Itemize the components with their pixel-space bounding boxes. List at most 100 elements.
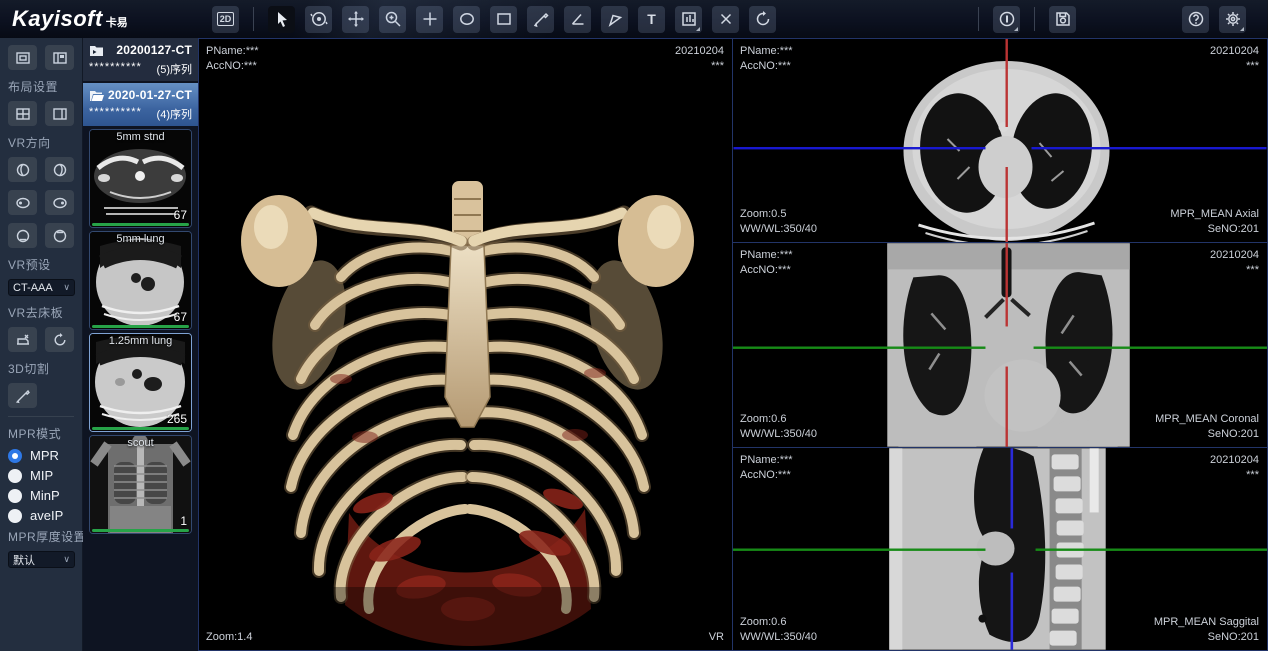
tool-text-button[interactable]: T bbox=[638, 6, 665, 33]
series-thumbnail-4[interactable]: scout 1 bbox=[89, 435, 192, 534]
study-item-1[interactable]: 20200127-CT ********** (5)序列 bbox=[83, 38, 198, 81]
tool-window-level-button[interactable] bbox=[305, 6, 332, 33]
vr-preset-select[interactable]: CT-AAA ∨ bbox=[8, 279, 75, 296]
help-icon bbox=[1187, 10, 1205, 28]
toolbar-right-group bbox=[974, 6, 1268, 33]
series-thumbnail-1[interactable]: 5mm stnd 67 bbox=[89, 129, 192, 228]
tool-2d-button[interactable]: 2D bbox=[212, 6, 239, 33]
help-button[interactable] bbox=[1182, 6, 1209, 33]
vr-top-button[interactable] bbox=[8, 223, 37, 248]
mpr-column: PName:*** AccNO:*** 20210204 *** Zoom:0.… bbox=[733, 38, 1268, 651]
vr-front-button[interactable] bbox=[8, 157, 37, 182]
sidebar-divider bbox=[8, 416, 74, 417]
folder-icon bbox=[89, 44, 104, 57]
rotate-reset-icon bbox=[754, 10, 772, 28]
tool-cursor-button[interactable] bbox=[268, 6, 295, 33]
panel-layout-icon bbox=[15, 50, 31, 66]
thumbnail-progress bbox=[92, 325, 189, 328]
radio-label: MIP bbox=[30, 468, 53, 483]
radio-icon bbox=[8, 489, 22, 503]
vr-right-button[interactable] bbox=[45, 190, 74, 215]
vr-preset-value: CT-AAA bbox=[13, 282, 53, 294]
series-thumbnail-3[interactable]: 1.25mm lung 265 bbox=[89, 333, 192, 432]
layout-split-button[interactable] bbox=[45, 101, 74, 126]
scalpel-icon bbox=[15, 388, 31, 404]
mpr-mode-radio-mpr[interactable]: MPR bbox=[8, 448, 74, 463]
arrow-annotate-icon bbox=[606, 10, 624, 28]
top-toolbar: Kayisoft 卡易 2D bbox=[0, 0, 1268, 38]
study-series-count: (5)序列 bbox=[157, 61, 192, 77]
mpr-sagittal-viewport[interactable]: PName:*** AccNO:*** 20210204 *** Zoom:0.… bbox=[733, 448, 1268, 651]
radio-label: aveIP bbox=[30, 508, 63, 523]
mpr-thickness-value: 默认 bbox=[13, 552, 35, 568]
tool-rectangle-button[interactable] bbox=[490, 6, 517, 33]
layout-grid-2x2-button[interactable] bbox=[8, 101, 37, 126]
ellipse-icon bbox=[458, 10, 476, 28]
remove-bed-button[interactable] bbox=[8, 327, 37, 352]
mpr-thickness-select[interactable]: 默认 ∨ bbox=[8, 551, 75, 568]
vr-back-button[interactable] bbox=[45, 157, 74, 182]
study-title: 20200127-CT bbox=[116, 43, 192, 57]
study-item-2[interactable]: 2020-01-27-CT ********** (4)序列 bbox=[83, 83, 198, 126]
tool-arrow-annotate-button[interactable] bbox=[601, 6, 628, 33]
tool-crosshair-button[interactable] bbox=[416, 6, 443, 33]
vr-viewport[interactable]: .rib { stroke:#d8c39c; stroke-width:10; … bbox=[198, 38, 733, 651]
grid-2x2-icon bbox=[15, 106, 31, 122]
content-area: 布局设置 VR方向 bbox=[0, 38, 1268, 651]
scalpel-button[interactable] bbox=[8, 383, 37, 408]
section-label-3d-cut: 3D切割 bbox=[8, 360, 74, 377]
thumbnail-count: 1 bbox=[180, 514, 187, 528]
section-label-vr-preset: VR预设 bbox=[8, 256, 74, 273]
vr-reset-button[interactable] bbox=[45, 327, 74, 352]
tool-measure-button[interactable] bbox=[527, 6, 554, 33]
settings-button[interactable] bbox=[1219, 6, 1246, 33]
mpr-coronal-viewport[interactable]: PName:*** AccNO:*** 20210204 *** Zoom:0.… bbox=[733, 243, 1268, 448]
vr-back-icon bbox=[52, 162, 68, 178]
app-logo: Kayisoft 卡易 bbox=[0, 6, 212, 32]
tool-reset-button[interactable] bbox=[749, 6, 776, 33]
zoom-icon bbox=[384, 10, 402, 28]
section-label-vr-bed: VR去床板 bbox=[8, 304, 74, 321]
layout-single-button[interactable] bbox=[8, 45, 37, 70]
text-tool-icon: T bbox=[647, 12, 656, 26]
thumbnail-count: 67 bbox=[174, 310, 187, 324]
mpr-mode-radio-aveip[interactable]: aveIP bbox=[8, 508, 74, 523]
vr-top-icon bbox=[15, 228, 31, 244]
mpr-axial-image bbox=[733, 39, 1267, 242]
close-icon bbox=[717, 10, 735, 28]
tool-delete-button[interactable] bbox=[712, 6, 739, 33]
section-label-mpr-mode: MPR模式 bbox=[8, 425, 74, 442]
thumbnail-label: 1.25mm lung bbox=[90, 335, 191, 347]
vr-right-icon bbox=[52, 195, 68, 211]
vr-left-button[interactable] bbox=[8, 190, 37, 215]
thumbnail-label: 5mm lung bbox=[90, 233, 191, 245]
save-button[interactable] bbox=[1049, 6, 1076, 33]
mpr-mode-radio-minp[interactable]: MinP bbox=[8, 488, 74, 503]
vr-left-icon bbox=[15, 195, 31, 211]
thumbnail-count: 265 bbox=[167, 412, 187, 426]
radio-icon bbox=[8, 469, 22, 483]
thumbnail-count: 67 bbox=[174, 208, 187, 222]
tool-zoom-button[interactable] bbox=[379, 6, 406, 33]
tool-pan-button[interactable] bbox=[342, 6, 369, 33]
tool-ellipse-button[interactable] bbox=[453, 6, 480, 33]
mpr-mode-radio-mip[interactable]: MIP bbox=[8, 468, 74, 483]
tool-angle-button[interactable] bbox=[564, 6, 591, 33]
pan-icon bbox=[347, 10, 365, 28]
series-panel-toggle-button[interactable] bbox=[45, 45, 74, 70]
app-window: Kayisoft 卡易 2D bbox=[0, 0, 1268, 651]
thumbnail-progress bbox=[92, 529, 189, 532]
reset-icon bbox=[52, 332, 68, 348]
folder-open-icon bbox=[89, 89, 105, 102]
thumbnail-label: scout bbox=[90, 437, 191, 449]
tool-histogram-button[interactable] bbox=[675, 6, 702, 33]
cursor-icon bbox=[273, 10, 291, 28]
corner-caret bbox=[1240, 27, 1244, 31]
info-button[interactable] bbox=[993, 6, 1020, 33]
series-thumbnail-2[interactable]: 5mm lung 67 bbox=[89, 231, 192, 330]
vr-render-image: .rib { stroke:#d8c39c; stroke-width:10; … bbox=[199, 39, 732, 650]
mpr-axial-viewport[interactable]: PName:*** AccNO:*** 20210204 *** Zoom:0.… bbox=[733, 38, 1268, 243]
vr-bottom-button[interactable] bbox=[45, 223, 74, 248]
logo-text: Kayisoft bbox=[12, 6, 103, 32]
angle-icon bbox=[569, 10, 587, 28]
